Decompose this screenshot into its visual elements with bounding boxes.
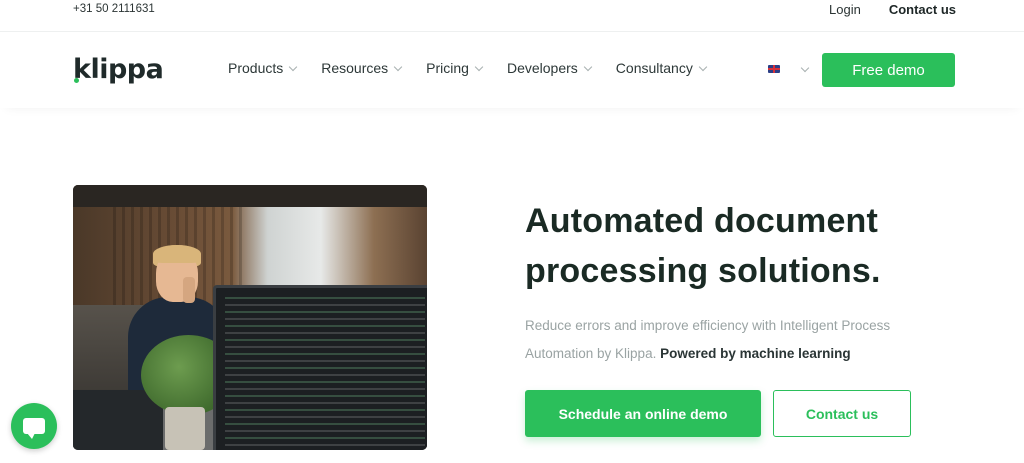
nav-item-label: Products [228, 60, 284, 76]
chevron-down-icon [393, 62, 403, 71]
logo-dot [74, 78, 79, 83]
nav-item-pricing[interactable]: Pricing [426, 60, 484, 76]
image-phone-hand [183, 277, 195, 303]
free-demo-button[interactable]: Free demo [822, 53, 955, 87]
nav-item-label: Pricing [426, 60, 469, 76]
chevron-down-icon [698, 62, 708, 71]
chat-button[interactable] [11, 403, 57, 449]
nav-item-developers[interactable]: Developers [506, 60, 593, 76]
nav-item-resources[interactable]: Resources [321, 60, 403, 76]
hero-description-bold: Powered by machine learning [660, 346, 851, 361]
image-code-lines [225, 297, 425, 447]
image-person-hair-top [153, 245, 201, 263]
image-ceiling [73, 185, 427, 207]
language-selector[interactable] [768, 63, 810, 73]
main-nav: klippa Products Resources Pricing Develo… [0, 32, 1024, 108]
hero-title: Automated document processing solutions. [525, 202, 881, 290]
top-bar: +31 50 2111631 Login Contact us [0, 0, 1024, 32]
hero-image [73, 185, 427, 450]
chat-icon [23, 418, 45, 439]
nav-item-label: Consultancy [615, 60, 693, 76]
chevron-down-icon [583, 62, 593, 71]
image-pot [165, 407, 205, 450]
nav-item-label: Developers [506, 60, 578, 76]
klippa-logo[interactable]: klippa [73, 54, 164, 85]
hero-description: Reduce errors and improve efficiency wit… [525, 312, 945, 368]
contact-us-button[interactable]: Contact us [773, 390, 911, 437]
nav-item-label: Resources [321, 60, 389, 76]
uk-flag-icon [768, 65, 780, 73]
nav-menu: Products Resources Pricing Developers Co… [228, 60, 731, 76]
top-links: Login Contact us [829, 2, 956, 17]
chevron-down-icon [800, 63, 810, 72]
schedule-demo-button[interactable]: Schedule an online demo [525, 390, 761, 437]
login-link[interactable]: Login [829, 2, 861, 17]
nav-item-consultancy[interactable]: Consultancy [615, 60, 708, 76]
nav-item-products[interactable]: Products [228, 60, 298, 76]
chevron-down-icon [289, 62, 298, 71]
chevron-down-icon [474, 62, 484, 71]
contact-us-link[interactable]: Contact us [889, 2, 956, 17]
phone-number[interactable]: +31 50 2111631 [73, 3, 155, 15]
